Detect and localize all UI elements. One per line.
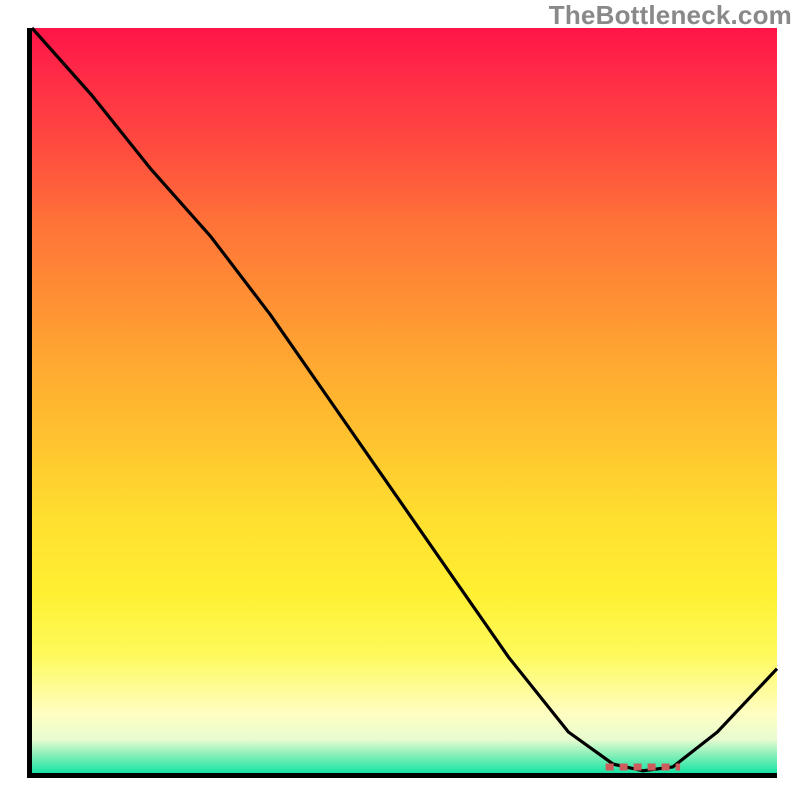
watermark-text: TheBottleneck.com	[549, 0, 792, 31]
chart-svg	[32, 28, 777, 773]
bottleneck-curve	[32, 28, 777, 771]
plot-area	[27, 28, 777, 778]
chart-container: TheBottleneck.com	[0, 0, 800, 800]
